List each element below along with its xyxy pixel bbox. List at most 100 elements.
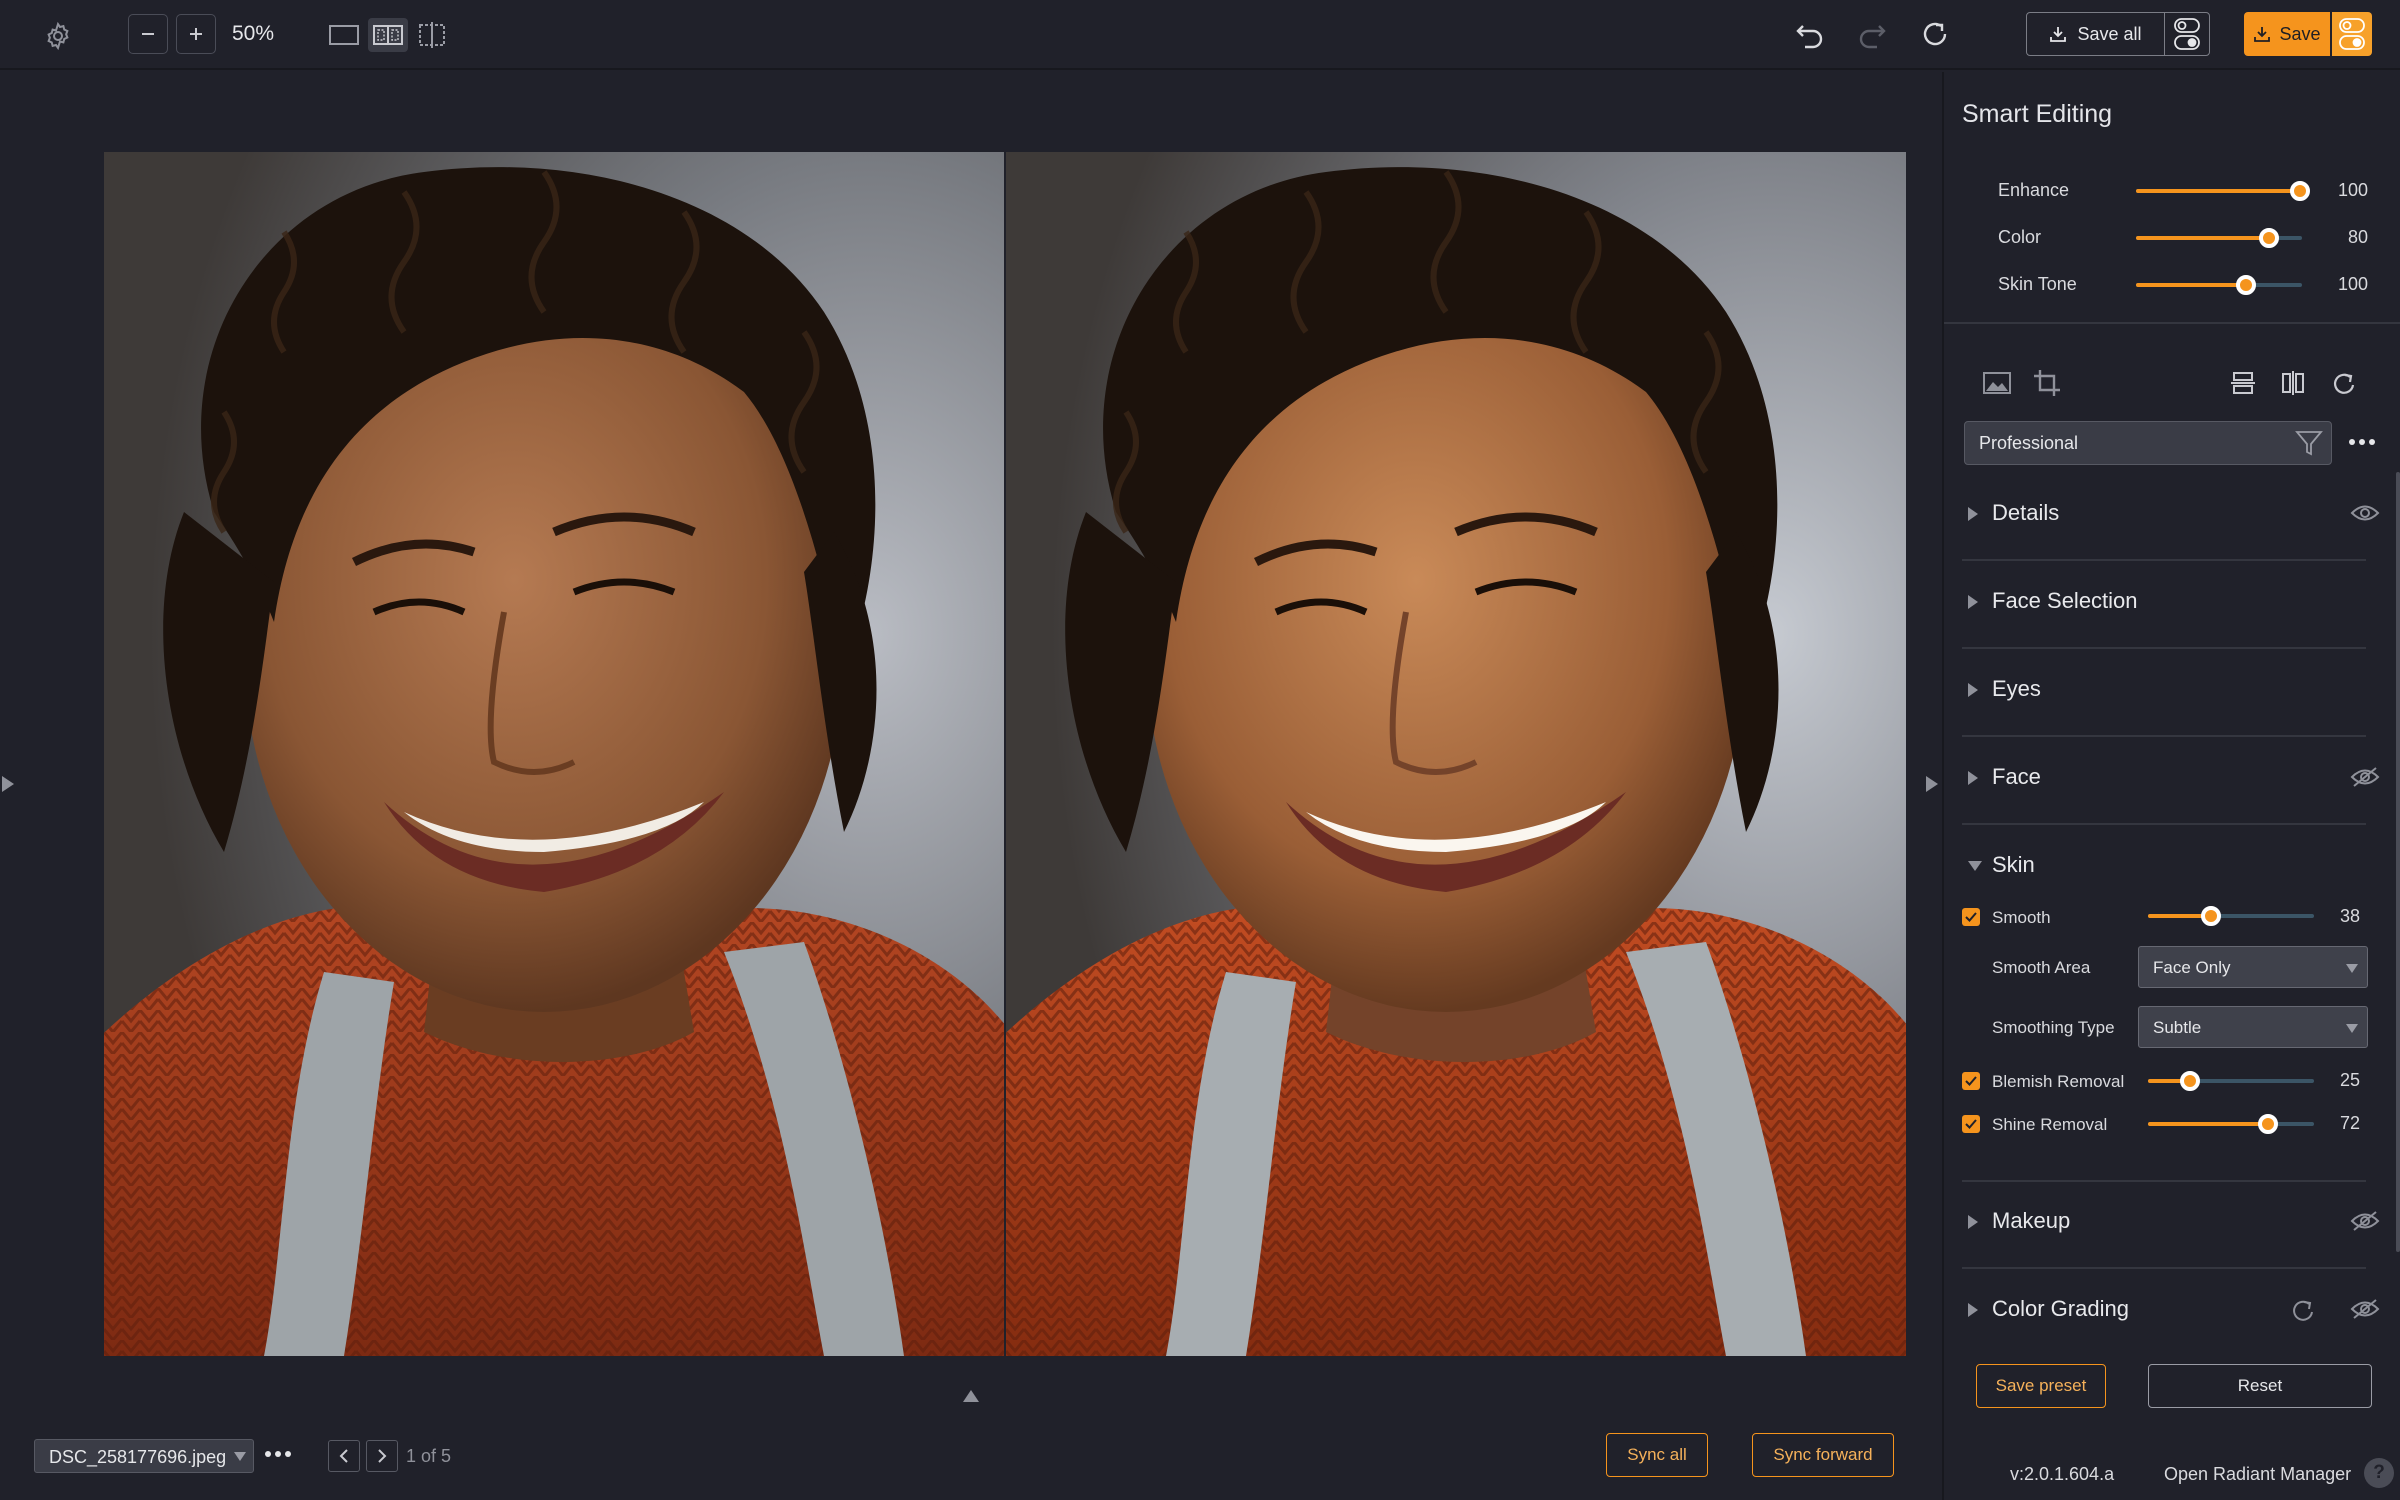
right-panel-toggle-icon[interactable]	[1924, 772, 1940, 796]
slider-knob[interactable]	[2257, 1114, 2278, 1134]
settings-gear-icon[interactable]	[40, 18, 76, 54]
skin-tone-slider[interactable]	[2136, 275, 2302, 295]
reset-rotate-icon[interactable]	[1916, 18, 1952, 52]
flip-horizontal-icon[interactable]	[2280, 370, 2306, 396]
crop-icon[interactable]	[2032, 368, 2062, 398]
top-toolbar: 50% Save all Save	[0, 0, 2400, 70]
editing-panel: Smart Editing Enhance 100 Color 80 Skin …	[1942, 72, 2400, 1500]
divider	[1962, 1267, 2366, 1269]
chevron-left-icon	[339, 1449, 348, 1463]
eye-hidden-icon[interactable]	[2350, 1210, 2380, 1232]
smoothing-type-selected: Subtle	[2153, 1018, 2202, 1037]
caret-right-icon	[1966, 593, 1980, 611]
reset-section-icon[interactable]	[2290, 1298, 2316, 1324]
caret-right-icon	[1966, 1213, 1980, 1231]
smooth-checkbox[interactable]	[1962, 908, 1980, 926]
section-title: Skin	[1992, 852, 2035, 877]
smooth-slider[interactable]	[2148, 906, 2314, 926]
caret-down-icon	[1966, 859, 1984, 873]
shine-removal-checkbox[interactable]	[1962, 1115, 1980, 1133]
reset-button[interactable]: Reset	[2148, 1364, 2372, 1408]
chevron-down-icon	[2345, 962, 2359, 974]
shine-removal-slider[interactable]	[2148, 1114, 2314, 1134]
version-label: v:2.0.1.604.a	[2010, 1464, 2115, 1484]
filter-icon[interactable]	[2295, 430, 2323, 456]
eye-hidden-icon[interactable]	[2350, 766, 2380, 788]
eye-hidden-icon[interactable]	[2350, 1298, 2380, 1320]
zoom-level: 50%	[232, 22, 275, 45]
image-icon[interactable]	[1982, 370, 2012, 396]
shine-removal-label: Shine Removal	[1992, 1115, 2108, 1134]
preset-select[interactable]: Professional	[1964, 421, 2332, 465]
slider-knob[interactable]	[2235, 275, 2256, 295]
zoom-in-button[interactable]	[176, 14, 216, 54]
section-face-selection[interactable]: Face Selection	[1962, 582, 2362, 622]
blemish-removal-label: Blemish Removal	[1992, 1072, 2125, 1091]
color-slider[interactable]	[2136, 228, 2302, 248]
caret-right-icon	[1966, 769, 1980, 787]
slider-fill	[2136, 236, 2269, 240]
panel-title: Smart Editing	[1962, 100, 2113, 128]
previous-image-button[interactable]	[328, 1440, 360, 1472]
smoothing-type-select[interactable]: Subtle	[2138, 1006, 2368, 1048]
slider-knob[interactable]	[2201, 906, 2222, 926]
panel-scrollbar[interactable]	[2396, 472, 2400, 1252]
toggle-icon	[2339, 18, 2365, 50]
divider	[1962, 823, 2366, 825]
section-face[interactable]: Face	[1962, 758, 2380, 798]
section-eyes[interactable]: Eyes	[1962, 670, 2362, 710]
after-photo	[1006, 152, 1906, 1356]
slider-knob[interactable]	[2290, 181, 2311, 201]
section-title: Color Grading	[1992, 1296, 2129, 1321]
sync-forward-button[interactable]: Sync forward	[1752, 1433, 1894, 1477]
section-makeup[interactable]: Makeup	[1962, 1202, 2380, 1242]
smooth-area-selected: Face Only	[2153, 958, 2231, 977]
section-details[interactable]: Details	[1962, 494, 2380, 534]
zoom-out-button[interactable]	[128, 14, 168, 54]
save-preset-button[interactable]: Save preset	[1976, 1364, 2106, 1408]
file-select[interactable]: DSC_258177696.jpeg	[34, 1439, 254, 1473]
image-canvas	[0, 72, 1940, 1412]
next-image-button[interactable]	[366, 1440, 398, 1472]
divider	[1944, 322, 2400, 324]
blemish-removal-slider[interactable]	[2148, 1071, 2314, 1091]
help-button[interactable]: ?	[2364, 1458, 2394, 1488]
slider-knob[interactable]	[2179, 1071, 2200, 1091]
blemish-removal-checkbox[interactable]	[1962, 1072, 1980, 1090]
slider-knob[interactable]	[2258, 228, 2279, 248]
left-panel-toggle-icon[interactable]	[0, 772, 16, 796]
more-options-icon[interactable]	[264, 1446, 292, 1462]
divider	[1962, 559, 2366, 561]
save-all-button[interactable]: Save all	[2026, 12, 2210, 56]
open-radiant-manager-link[interactable]: Open Radiant Manager	[2164, 1464, 2351, 1485]
plus-icon	[190, 28, 202, 40]
smooth-area-select[interactable]: Face Only	[2138, 946, 2368, 988]
slider-label: Color	[1998, 227, 2042, 247]
smooth-value: 38	[2339, 906, 2360, 926]
shine-removal-value: 72	[2339, 1113, 2360, 1133]
flip-vertical-icon[interactable]	[2230, 370, 2256, 396]
split-view-icon[interactable]	[368, 18, 408, 52]
file-name: DSC_258177696.jpeg	[49, 1447, 227, 1467]
toggle-icon	[2174, 18, 2200, 50]
save-button[interactable]: Save	[2244, 12, 2372, 56]
sync-all-button[interactable]: Sync all	[1606, 1433, 1708, 1477]
slider-fill	[2136, 189, 2301, 193]
save-all-options-toggle[interactable]	[2165, 13, 2209, 55]
single-view-icon[interactable]	[326, 20, 362, 50]
compare-view-icon[interactable]	[414, 18, 450, 52]
section-color-grading[interactable]: Color Grading	[1962, 1290, 2380, 1330]
slider-label: Enhance	[1998, 180, 2070, 200]
preset-more-options-icon[interactable]	[2348, 436, 2376, 448]
filmstrip-toggle-icon[interactable]	[960, 1388, 982, 1404]
undo-icon[interactable]	[1792, 18, 1828, 52]
enhance-slider[interactable]	[2136, 181, 2311, 201]
section-title: Details	[1992, 500, 2060, 525]
section-skin[interactable]: Skin	[1962, 846, 2362, 886]
chevron-down-icon	[233, 1450, 247, 1462]
eye-icon[interactable]	[2350, 502, 2380, 524]
redo-icon[interactable]	[1854, 18, 1890, 52]
save-options-toggle[interactable]	[2330, 12, 2372, 56]
smooth-label: Smooth	[1992, 908, 2051, 927]
rotate-icon[interactable]	[2330, 370, 2356, 396]
